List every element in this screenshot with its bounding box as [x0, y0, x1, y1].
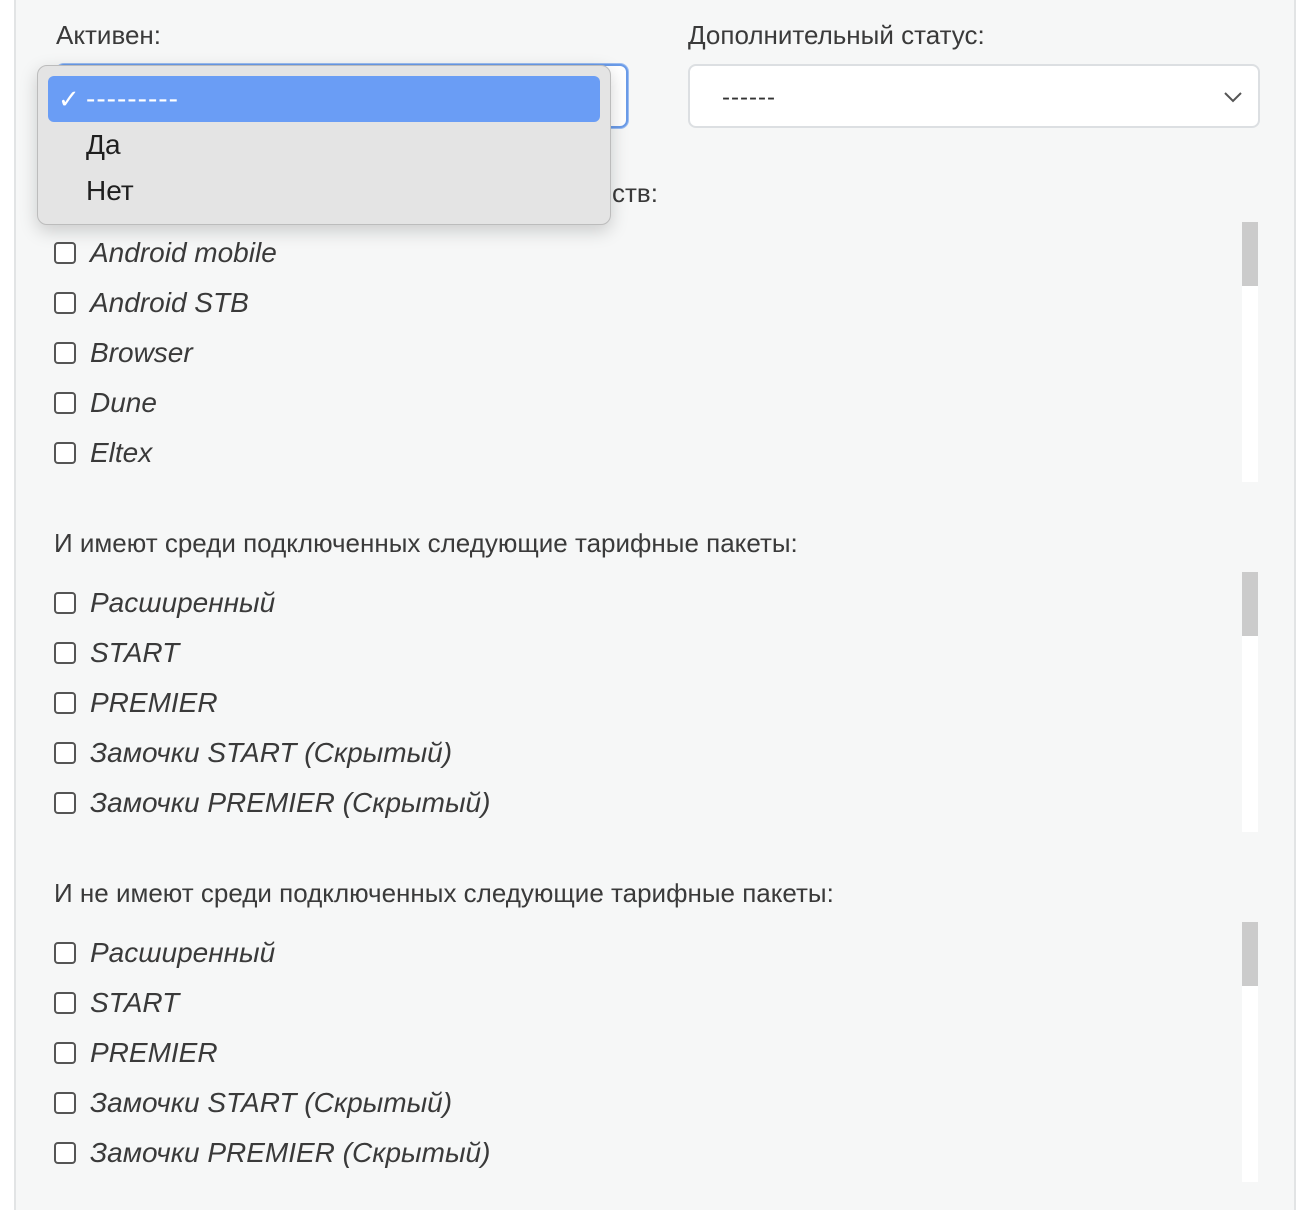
checkbox[interactable] [54, 442, 76, 464]
checkbox[interactable] [54, 292, 76, 314]
scrollbar-thumb[interactable] [1242, 572, 1258, 636]
list-item[interactable]: PREMIER [54, 1028, 1258, 1078]
checkbox[interactable] [54, 342, 76, 364]
package-label: Расширенный [90, 587, 276, 618]
checkbox[interactable] [54, 392, 76, 414]
devices-list: Android mobile Android STB Browser Dune … [54, 228, 1258, 478]
list-item[interactable]: START [54, 628, 1258, 678]
not-has-packages-label: И не имеют среди подключенных следующие … [54, 878, 834, 908]
checkbox[interactable] [54, 992, 76, 1014]
list-item[interactable]: Расширенный [54, 578, 1258, 628]
checkbox[interactable] [54, 792, 76, 814]
device-label: Eltex [90, 437, 153, 468]
package-label: START [90, 637, 180, 668]
dropdown-option-label: Да [86, 129, 121, 160]
extra-status-value: ------ [722, 84, 776, 111]
chevron-down-icon [1224, 92, 1242, 103]
device-label: Browser [90, 337, 193, 368]
active-label: Активен: [56, 20, 162, 50]
device-label: Android STB [90, 287, 249, 318]
list-item[interactable]: START [54, 978, 1258, 1028]
list-item[interactable]: Замочки PREMIER (Скрытый) [54, 1128, 1258, 1178]
scrollbar-thumb[interactable] [1242, 922, 1258, 986]
list-item[interactable]: Browser [54, 328, 1258, 378]
checkbox[interactable] [54, 242, 76, 264]
checkbox[interactable] [54, 1042, 76, 1064]
dropdown-option-yes[interactable]: Да [48, 122, 600, 168]
checkbox[interactable] [54, 942, 76, 964]
devices-section-label: ств: [612, 178, 658, 208]
checkbox[interactable] [54, 692, 76, 714]
extra-status-select[interactable]: ------ [688, 64, 1260, 128]
checkbox[interactable] [54, 642, 76, 664]
package-label: Замочки START (Скрытый) [90, 1087, 453, 1118]
scrollbar-thumb[interactable] [1242, 222, 1258, 286]
device-label: Dune [90, 387, 157, 418]
has-packages-scrollbar[interactable] [1242, 572, 1258, 832]
list-item[interactable]: Android STB [54, 278, 1258, 328]
list-item[interactable]: PREMIER [54, 678, 1258, 728]
not-has-packages-list: Расширенный START PREMIER Замочки START … [54, 928, 1258, 1178]
list-item[interactable]: Замочки START (Скрытый) [54, 1078, 1258, 1128]
package-label: Замочки PREMIER (Скрытый) [90, 1137, 491, 1168]
device-label: Android mobile [90, 237, 277, 268]
package-label: Замочки PREMIER (Скрытый) [90, 787, 491, 818]
package-label: Расширенный [90, 937, 276, 968]
list-item[interactable]: Расширенный [54, 928, 1258, 978]
active-dropdown-menu: ✓ --------- Да Нет [37, 65, 611, 225]
list-item[interactable]: Замочки START (Скрытый) [54, 728, 1258, 778]
devices-scrollbar[interactable] [1242, 222, 1258, 482]
dropdown-option-label: Нет [86, 175, 134, 206]
checkbox[interactable] [54, 742, 76, 764]
check-icon: ✓ [58, 84, 80, 114]
package-label: PREMIER [90, 687, 218, 718]
checkbox[interactable] [54, 1142, 76, 1164]
list-item[interactable]: Eltex [54, 428, 1258, 478]
list-item[interactable]: Dune [54, 378, 1258, 428]
has-packages-list: Расширенный START PREMIER Замочки START … [54, 578, 1258, 828]
dropdown-option-no[interactable]: Нет [48, 168, 600, 214]
package-label: PREMIER [90, 1037, 218, 1068]
checkbox[interactable] [54, 592, 76, 614]
extra-status-label: Дополнительный статус: [688, 20, 985, 50]
list-item[interactable]: Android mobile [54, 228, 1258, 278]
dropdown-option-empty[interactable]: ✓ --------- [48, 76, 600, 122]
has-packages-label: И имеют среди подключенных следующие тар… [54, 528, 798, 558]
package-label: Замочки START (Скрытый) [90, 737, 453, 768]
checkbox[interactable] [54, 1092, 76, 1114]
dropdown-option-label: --------- [86, 83, 179, 114]
list-item[interactable]: Замочки PREMIER (Скрытый) [54, 778, 1258, 828]
package-label: START [90, 987, 180, 1018]
not-has-packages-scrollbar[interactable] [1242, 922, 1258, 1182]
